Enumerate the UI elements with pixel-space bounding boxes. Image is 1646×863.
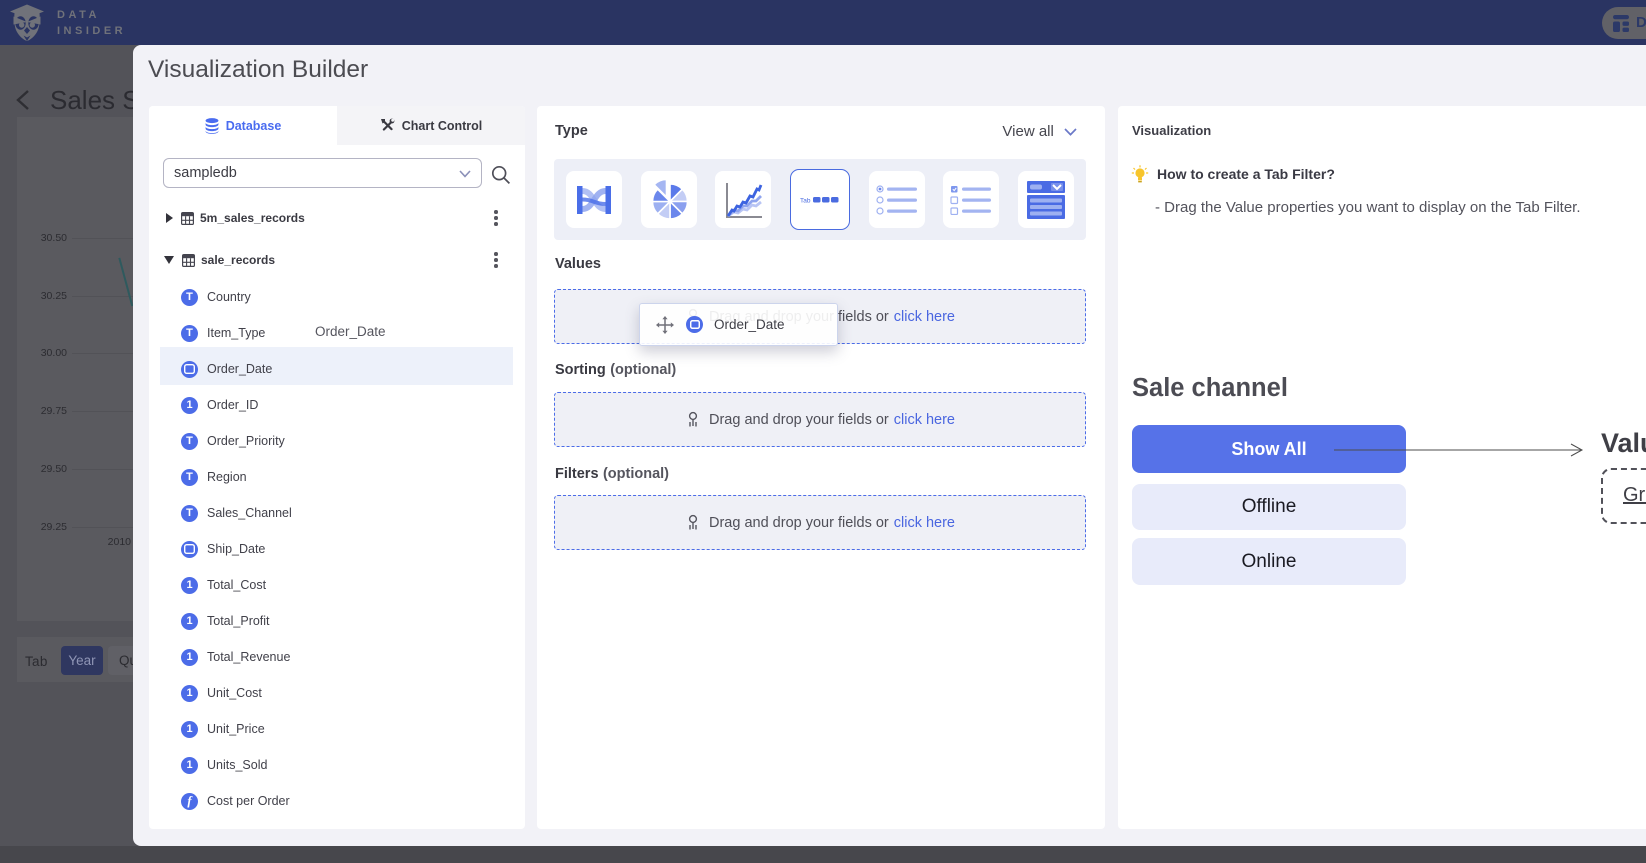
- svg-text:Tab: Tab: [800, 197, 811, 204]
